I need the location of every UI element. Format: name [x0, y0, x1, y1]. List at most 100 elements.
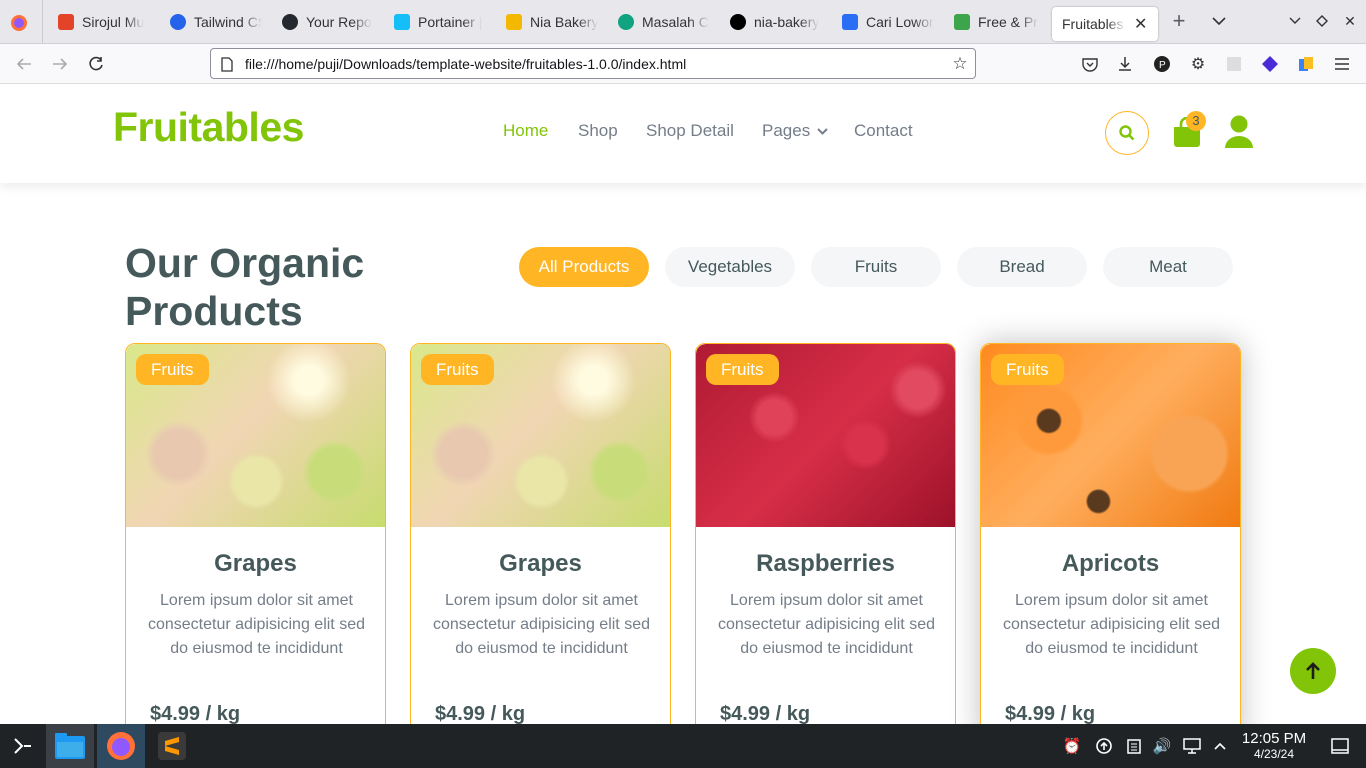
tab-vercel[interactable]: nia-bakery: [720, 5, 832, 39]
bookmark-star-icon[interactable]: ☆: [951, 54, 969, 73]
nav-pages[interactable]: Pages: [762, 121, 828, 141]
tab-chatgpt[interactable]: Masalah C: [608, 5, 720, 39]
section-title-line2: Products: [125, 288, 303, 334]
product-name[interactable]: Grapes: [411, 550, 670, 578]
tailwind-icon: [170, 14, 186, 30]
github-icon: [282, 14, 298, 30]
notifications-icon[interactable]: ⏰: [1062, 736, 1082, 756]
product-price: $4.99 / kg: [150, 703, 241, 724]
site-logo[interactable]: Fruitables: [113, 104, 304, 151]
product-card[interactable]: Fruits Grapes Lorem ipsum dolor sit amet…: [410, 343, 671, 724]
category-badge: Fruits: [421, 354, 494, 385]
network-icon[interactable]: [1182, 736, 1202, 756]
bakery-icon: [506, 14, 522, 30]
nav-contact[interactable]: Contact: [854, 121, 913, 141]
tab-fruitables[interactable]: Fruitables - ✕: [1052, 7, 1158, 41]
section-title: Our Organic Products: [125, 239, 364, 335]
product-description: Lorem ipsum dolor sit amet consectetur a…: [717, 592, 935, 657]
back-icon[interactable]: [14, 54, 34, 74]
tab-portainer[interactable]: Portainer |: [384, 5, 496, 39]
filter-fruits[interactable]: Fruits: [811, 247, 941, 287]
window-close-icon[interactable]: ✕: [1341, 12, 1359, 30]
portainer-icon: [394, 14, 410, 30]
search-icon: [1119, 125, 1135, 141]
reload-icon[interactable]: [86, 54, 106, 74]
browser-tab-bar: Sirojul Mu Tailwind CS Your Repo Portain…: [0, 0, 1366, 44]
category-badge: Fruits: [136, 354, 209, 385]
browser-nav-bar: file:///home/puji/Downloads/template-web…: [0, 44, 1366, 84]
category-badge: Fruits: [706, 354, 779, 385]
taskbar-sublime[interactable]: [148, 724, 196, 768]
clipboard-icon[interactable]: [1124, 736, 1144, 756]
tab-tailwind[interactable]: Tailwind CS: [160, 5, 272, 39]
menu-icon[interactable]: [1332, 54, 1352, 74]
tab-free[interactable]: Free & Pre: [944, 5, 1048, 39]
product-price: $4.99 / kg: [720, 703, 811, 724]
leaf-icon: [954, 14, 970, 30]
product-name[interactable]: Apricots: [981, 550, 1240, 578]
filter-all-products[interactable]: All Products: [519, 247, 649, 287]
nav-home[interactable]: Home: [503, 121, 548, 141]
firefox-icon: [107, 732, 135, 760]
tab-jobs[interactable]: Cari Lowon: [832, 5, 944, 39]
back-to-top-button[interactable]: [1290, 648, 1336, 694]
nav-pages-label: Pages: [762, 121, 811, 140]
maximize-icon[interactable]: [1313, 12, 1331, 30]
minimize-icon[interactable]: [1286, 12, 1304, 30]
profile-extension-icon[interactable]: P: [1152, 54, 1172, 74]
clock-time: 12:05 PM: [1241, 730, 1307, 747]
extension-grid-icon[interactable]: [1224, 54, 1244, 74]
tab-nia-bakery[interactable]: Nia Bakery: [496, 5, 608, 39]
updates-icon[interactable]: [1094, 736, 1114, 756]
show-desktop-icon[interactable]: [1330, 736, 1350, 756]
product-name[interactable]: Grapes: [126, 550, 385, 578]
page-icon: [219, 56, 235, 72]
downloads-icon[interactable]: [1115, 54, 1135, 74]
gitlab-icon: [58, 14, 74, 30]
search-button[interactable]: [1105, 111, 1149, 155]
vercel-icon: [730, 14, 746, 30]
filter-vegetables[interactable]: Vegetables: [665, 247, 795, 287]
extension-diamond-icon[interactable]: [1260, 54, 1280, 74]
firefox-view-icon[interactable]: [8, 12, 30, 34]
filter-bread[interactable]: Bread: [957, 247, 1087, 287]
cart-button[interactable]: 3: [1172, 111, 1206, 149]
tab-close-icon[interactable]: ✕: [1134, 14, 1147, 34]
url-text: file:///home/puji/Downloads/template-web…: [245, 55, 687, 72]
product-card[interactable]: Fruits Apricots Lorem ipsum dolor sit am…: [980, 343, 1241, 724]
arrow-up-icon: [1306, 662, 1320, 679]
product-description: Lorem ipsum dolor sit amet consectetur a…: [432, 592, 650, 657]
clock-date: 4/23/24: [1253, 747, 1295, 761]
extensions-icon[interactable]: ⚙: [1188, 54, 1208, 74]
tray-expand-icon[interactable]: [1210, 736, 1230, 756]
filter-meat[interactable]: Meat: [1103, 247, 1233, 287]
tab-sirojul[interactable]: Sirojul Mu: [48, 5, 160, 39]
volume-icon[interactable]: 🔊: [1152, 736, 1172, 756]
taskbar-firefox[interactable]: [97, 724, 145, 768]
web-page: Fruitables Home Shop Shop Detail Pages C…: [0, 84, 1366, 724]
nav-shop-detail[interactable]: Shop Detail: [646, 121, 734, 141]
forward-icon[interactable]: [50, 54, 70, 74]
product-card[interactable]: Fruits Raspberries Lorem ipsum dolor sit…: [695, 343, 956, 724]
product-description: Lorem ipsum dolor sit amet consectetur a…: [1002, 592, 1220, 657]
os-taskbar: ⏰ 🔊 12:05 PM 4/23/24: [0, 724, 1366, 768]
svg-text:P: P: [1159, 60, 1166, 71]
nav-shop[interactable]: Shop: [578, 121, 618, 141]
product-price: $4.99 / kg: [1005, 703, 1096, 724]
product-card[interactable]: Fruits Grapes Lorem ipsum dolor sit amet…: [125, 343, 386, 724]
clock[interactable]: 12:05 PM 4/23/24: [1236, 730, 1312, 762]
pocket-icon[interactable]: [1080, 54, 1100, 74]
chatgpt-icon: [618, 14, 634, 30]
extension-copy-icon[interactable]: [1296, 54, 1316, 74]
url-bar[interactable]: file:///home/puji/Downloads/template-web…: [210, 48, 976, 79]
new-tab-icon[interactable]: +: [1168, 8, 1190, 33]
category-badge: Fruits: [991, 354, 1064, 385]
account-button[interactable]: [1224, 115, 1254, 149]
taskbar-files[interactable]: [46, 724, 94, 768]
list-tabs-icon[interactable]: [1208, 10, 1230, 32]
tab-github[interactable]: Your Repo: [272, 5, 384, 39]
jobs-icon: [842, 14, 858, 30]
product-name[interactable]: Raspberries: [696, 550, 955, 578]
app-launcher-icon[interactable]: [10, 734, 34, 758]
product-price: $4.99 / kg: [435, 703, 526, 724]
